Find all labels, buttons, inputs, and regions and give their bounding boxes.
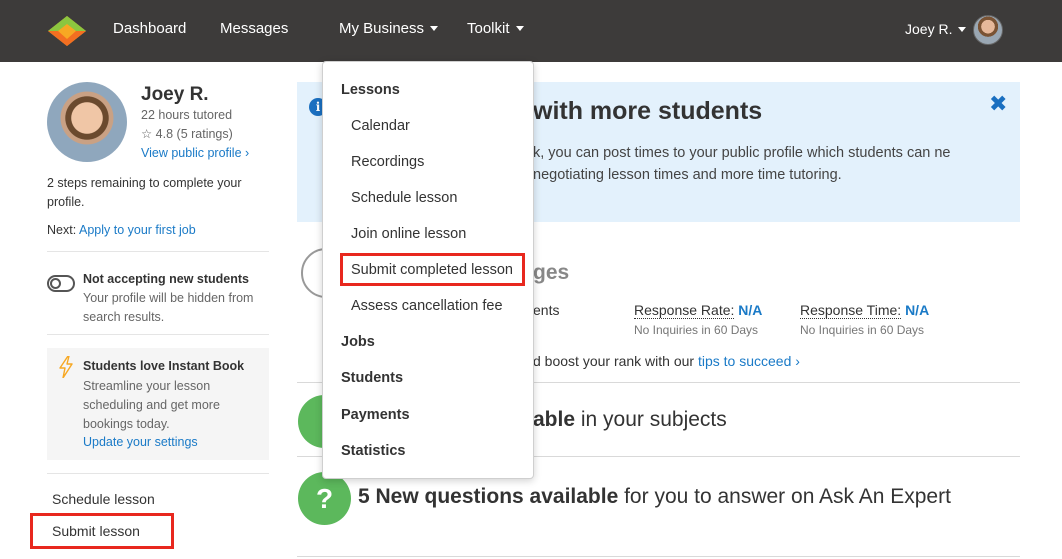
question-mark: ?	[315, 483, 334, 514]
jobs-available-title[interactable]: able in your subjects	[533, 408, 727, 432]
nav-my-business[interactable]: My Business	[339, 20, 439, 37]
sidebar-schedule-lesson-link[interactable]: Schedule lesson	[52, 491, 155, 507]
sidebar: Joey R. 22 hours tutored ☆ 4.8 (5 rating…	[0, 62, 290, 559]
chevron-down-icon	[430, 26, 439, 31]
user-menu-label: Joey R.	[905, 21, 953, 37]
avatar[interactable]	[973, 15, 1003, 45]
boost-rank-text: d boost your rank with our tips to succe…	[533, 353, 800, 369]
response-rate-label: Response Rate:	[634, 302, 735, 319]
nav-messages[interactable]: Messages	[220, 20, 288, 37]
nav-toolkit-label: Toolkit	[467, 20, 510, 37]
availability-title: Not accepting new students	[83, 272, 249, 286]
availability-subtitle: Your profile will be hidden from search …	[83, 291, 254, 324]
lightning-bolt-icon	[59, 356, 73, 378]
response-rate-sub: No Inquiries in 60 Days	[634, 323, 759, 337]
nav-my-business-label: My Business	[339, 20, 425, 37]
apply-first-job-link[interactable]: Apply to your first job	[79, 223, 196, 237]
profile-rating: ☆ 4.8 (5 ratings)	[141, 127, 233, 141]
instant-book-title: Students love Instant Book	[83, 359, 245, 373]
chevron-down-icon	[515, 26, 524, 31]
divider	[297, 556, 1020, 557]
jobs-bold: able	[533, 408, 576, 431]
nav-toolkit[interactable]: Toolkit	[467, 20, 524, 37]
profile-steps-text: 2 steps remaining to complete your profi…	[47, 176, 242, 209]
chevron-down-icon	[958, 27, 967, 32]
divider	[47, 473, 269, 474]
messages-title: ges	[533, 261, 570, 284]
view-public-profile-link[interactable]: View public profile ›	[141, 146, 249, 160]
instant-book-text: Streamline your lesson scheduling and ge…	[83, 379, 220, 431]
dropdown-join-online-lesson[interactable]: Join online lesson	[351, 226, 466, 242]
profile-name: Joey R.	[141, 84, 209, 105]
tips-to-succeed-link[interactable]: tips to succeed ›	[698, 353, 800, 369]
highlight-box	[340, 253, 525, 286]
dropdown-lessons-header[interactable]: Lessons	[341, 82, 400, 98]
nav-dashboard[interactable]: Dashboard	[113, 20, 186, 37]
response-rate: Response Rate: N/A	[634, 302, 763, 319]
profile-hours: 22 hours tutored	[141, 108, 233, 122]
instant-book-card: Students love Instant Book Streamline yo…	[47, 348, 269, 460]
dropdown-calendar[interactable]: Calendar	[351, 118, 410, 134]
response-time: Response Time: N/A	[800, 302, 930, 319]
dropdown-assess-cancellation-fee[interactable]: Assess cancellation fee	[351, 298, 503, 314]
questions-available-title[interactable]: 5 New questions available for you to ans…	[358, 485, 951, 509]
divider	[47, 334, 269, 335]
highlight-box	[30, 513, 174, 549]
dropdown-schedule-lesson[interactable]: Schedule lesson	[351, 190, 457, 206]
dropdown-payments[interactable]: Payments	[341, 407, 410, 423]
jobs-rest: in your subjects	[575, 408, 727, 431]
dropdown-students[interactable]: Students	[341, 370, 403, 386]
update-settings-link[interactable]: Update your settings	[83, 435, 198, 449]
next-label: Next:	[47, 223, 77, 237]
questions-rest: for you to answer on Ask An Expert	[618, 485, 951, 508]
logo-icon[interactable]	[48, 16, 86, 46]
response-rate-value: N/A	[738, 302, 763, 318]
divider	[47, 251, 269, 252]
accepting-students-toggle[interactable]	[47, 275, 75, 292]
top-nav-bar: Dashboard Messages My Business Toolkit J…	[0, 0, 1062, 62]
banner-text: k, you can post times to your public pro…	[533, 145, 951, 183]
questions-bold: 5 New questions available	[358, 485, 619, 508]
question-icon: ?	[298, 472, 351, 525]
dropdown-statistics[interactable]: Statistics	[341, 443, 405, 459]
close-icon[interactable]: ✖	[989, 91, 1007, 117]
dropdown-recordings[interactable]: Recordings	[351, 154, 424, 170]
banner-title: with more students	[533, 97, 763, 125]
user-menu[interactable]: Joey R.	[905, 21, 967, 37]
profile-photo	[47, 82, 127, 162]
response-time-value: N/A	[905, 302, 930, 318]
response-time-sub: No Inquiries in 60 Days	[800, 323, 925, 337]
next-step: Next: Apply to your first job	[47, 223, 196, 237]
response-time-label: Response Time:	[800, 302, 902, 319]
dropdown-jobs[interactable]: Jobs	[341, 334, 375, 350]
boost-text: d boost your rank with our	[533, 353, 698, 369]
messages-partial-label: ents	[533, 302, 560, 318]
